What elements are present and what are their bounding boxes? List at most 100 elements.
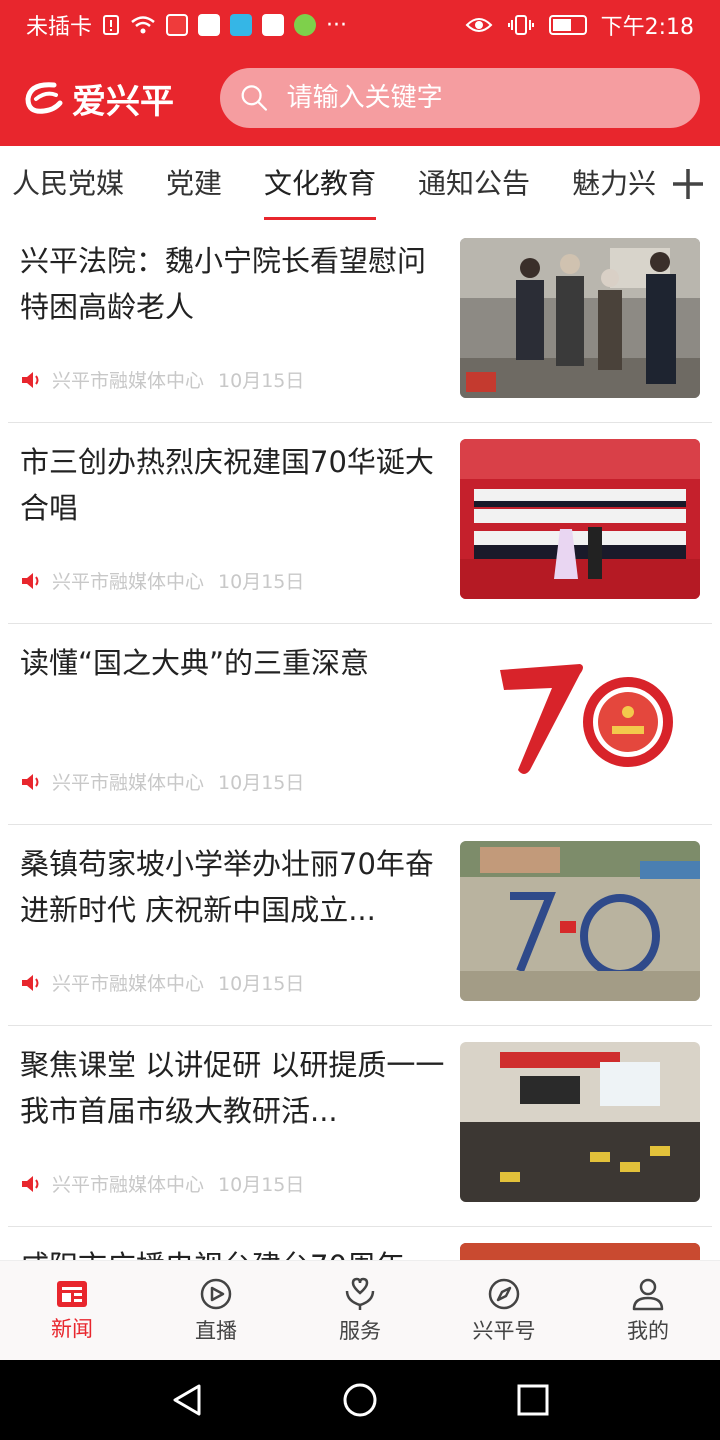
speaker-icon[interactable] xyxy=(20,973,42,993)
seventy-anniversary-emblem xyxy=(460,640,700,800)
status-bar: 未插卡 ··· 下午2:18 xyxy=(0,0,720,50)
bottom-nav: 新闻 直播 服务 兴平号 我的 xyxy=(0,1260,720,1360)
thumbnail-image xyxy=(460,1042,700,1202)
thumbnail-image xyxy=(460,841,700,1001)
news-title: 市三创办热烈庆祝建国70华诞大合唱 xyxy=(20,445,434,525)
news-thumbnail[interactable] xyxy=(460,1042,700,1202)
news-source: 兴平市融媒体中心 xyxy=(52,571,205,593)
sim-alert-icon xyxy=(103,15,120,35)
tab-wenhua-jiaoyu[interactable]: 文化教育 xyxy=(264,162,377,220)
wifi-icon xyxy=(131,16,155,34)
list-item[interactable]: 桑镇苟家坡小学举办壮丽70年奋进新时代 庆祝新中国成立... 兴平市融媒体中心 … xyxy=(8,825,712,1026)
news-thumbnail[interactable] xyxy=(460,1243,700,1260)
tab-renmin-dangmei[interactable]: 人民党媒 xyxy=(12,162,124,206)
eye-icon xyxy=(465,18,493,32)
nav-label: 新闻 xyxy=(51,1316,93,1341)
shop-app-icon xyxy=(262,14,285,36)
user-icon xyxy=(632,1278,664,1310)
battery-icon xyxy=(548,15,587,35)
news-meta: 兴平市融媒体中心 10月15日 xyxy=(20,768,304,795)
recents-icon[interactable] xyxy=(515,1382,551,1418)
news-source: 兴平市融媒体中心 xyxy=(52,772,205,794)
speaker-icon[interactable] xyxy=(20,1174,42,1194)
status-overflow: ··· xyxy=(326,12,347,38)
nav-live[interactable]: 直播 xyxy=(144,1261,288,1360)
news-text: 桑镇苟家坡小学举办壮丽70年奋进新时代 庆祝新中国成立... 兴平市融媒体中心 … xyxy=(20,841,450,1025)
speaker-icon[interactable] xyxy=(20,772,42,792)
news-source: 兴平市融媒体中心 xyxy=(52,370,205,392)
status-time: 下午2:18 xyxy=(600,15,694,40)
search-bar[interactable] xyxy=(220,68,700,128)
app-logo: 爱兴平 xyxy=(24,74,220,123)
back-icon[interactable] xyxy=(169,1382,205,1418)
nav-xingping-hao[interactable]: 兴平号 xyxy=(432,1261,576,1360)
logo-mark-icon xyxy=(25,82,63,114)
news-source: 兴平市融媒体中心 xyxy=(52,1174,205,1196)
news-thumbnail[interactable] xyxy=(460,439,700,599)
app-name: 爱兴平 xyxy=(72,81,174,122)
reader-app-icon xyxy=(230,14,253,36)
nav-label: 服务 xyxy=(339,1318,381,1343)
service-heart-icon xyxy=(345,1277,375,1310)
news-icon xyxy=(57,1280,87,1307)
news-title: 读懂“国之大典”的三重深意 xyxy=(20,646,370,680)
vibrate-icon xyxy=(507,15,534,35)
youku-app-icon xyxy=(198,14,221,36)
news-date: 10月15日 xyxy=(218,973,305,995)
category-tabs: 人民党媒 党建 文化教育 通知公告 魅力兴平 xyxy=(0,146,720,222)
nav-service[interactable]: 服务 xyxy=(288,1261,432,1360)
speaker-icon[interactable] xyxy=(20,370,42,390)
news-title: 兴平法院：魏小宁院长看望慰问特困高龄老人 xyxy=(20,244,427,324)
toutiao-app-icon xyxy=(166,14,189,36)
news-text: 兴平法院：魏小宁院长看望慰问特困高龄老人 兴平市融媒体中心 10月15日 xyxy=(20,238,450,422)
thumbnail-image xyxy=(460,238,700,398)
news-date: 10月15日 xyxy=(218,370,305,392)
news-list: 兴平法院：魏小宁院长看望慰问特困高龄老人 兴平市融媒体中心 10月15日 市三创… xyxy=(0,222,720,1260)
plus-icon xyxy=(673,169,703,199)
list-item[interactable]: 聚焦课堂 以讲促研 以研提质一一我市首届市级大教研活... 兴平市融媒体中心 1… xyxy=(8,1026,712,1227)
news-meta: 兴平市融媒体中心 10月15日 xyxy=(20,969,304,996)
carrier-text: 未插卡 xyxy=(26,15,93,40)
tab-dangjian[interactable]: 党建 xyxy=(166,162,222,206)
news-date: 10月15日 xyxy=(218,772,305,794)
tab-tongzhi-gonggao[interactable]: 通知公告 xyxy=(418,162,530,206)
thumbnail-image xyxy=(460,439,700,599)
news-meta: 兴平市融媒体中心 10月15日 xyxy=(20,567,304,594)
news-text: 市三创办热烈庆祝建国70华诞大合唱 兴平市融媒体中心 10月15日 xyxy=(20,439,450,623)
live-play-icon xyxy=(200,1278,232,1309)
status-right: 下午2:18 xyxy=(465,9,694,41)
list-item[interactable]: 咸阳市广播电视台建台70周年 xyxy=(8,1227,712,1260)
news-text: 聚焦课堂 以讲促研 以研提质一一我市首届市级大教研活... 兴平市融媒体中心 1… xyxy=(20,1042,450,1226)
search-icon xyxy=(241,85,268,111)
game-app-icon xyxy=(294,14,317,36)
nav-mine[interactable]: 我的 xyxy=(576,1261,720,1360)
add-tab-button[interactable] xyxy=(656,146,720,222)
news-title: 咸阳市广播电视台建台70周年 xyxy=(20,1243,450,1260)
home-icon[interactable] xyxy=(342,1382,378,1418)
nav-news[interactable]: 新闻 xyxy=(0,1261,144,1360)
list-item[interactable]: 兴平法院：魏小宁院长看望慰问特困高龄老人 兴平市融媒体中心 10月15日 xyxy=(8,222,712,423)
news-text: 读懂“国之大典”的三重深意 兴平市融媒体中心 10月15日 xyxy=(20,640,450,824)
news-text: 咸阳市广播电视台建台70周年 xyxy=(20,1243,450,1260)
nav-label: 直播 xyxy=(195,1318,237,1343)
news-title: 桑镇苟家坡小学举办壮丽70年奋进新时代 庆祝新中国成立... xyxy=(20,847,434,927)
system-nav-bar xyxy=(0,1360,720,1440)
news-date: 10月15日 xyxy=(218,571,305,593)
news-thumbnail[interactable] xyxy=(460,640,700,800)
news-meta: 兴平市融媒体中心 10月15日 xyxy=(20,366,304,393)
news-source: 兴平市融媒体中心 xyxy=(52,973,205,995)
compass-icon xyxy=(488,1278,520,1309)
nav-label: 兴平号 xyxy=(472,1318,536,1343)
news-title: 聚焦课堂 以讲促研 以研提质一一我市首届市级大教研活... xyxy=(20,1048,445,1128)
thumbnail-image xyxy=(460,1243,700,1260)
news-date: 10月15日 xyxy=(218,1174,305,1196)
app-header: 爱兴平 xyxy=(0,50,720,146)
list-item[interactable]: 读懂“国之大典”的三重深意 兴平市融媒体中心 10月15日 xyxy=(8,624,712,825)
nav-label: 我的 xyxy=(627,1318,669,1343)
news-thumbnail[interactable] xyxy=(460,841,700,1001)
status-left: 未插卡 ··· xyxy=(26,9,347,41)
news-thumbnail[interactable] xyxy=(460,238,700,398)
search-input[interactable] xyxy=(286,83,680,113)
list-item[interactable]: 市三创办热烈庆祝建国70华诞大合唱 兴平市融媒体中心 10月15日 xyxy=(8,423,712,624)
speaker-icon[interactable] xyxy=(20,571,42,591)
